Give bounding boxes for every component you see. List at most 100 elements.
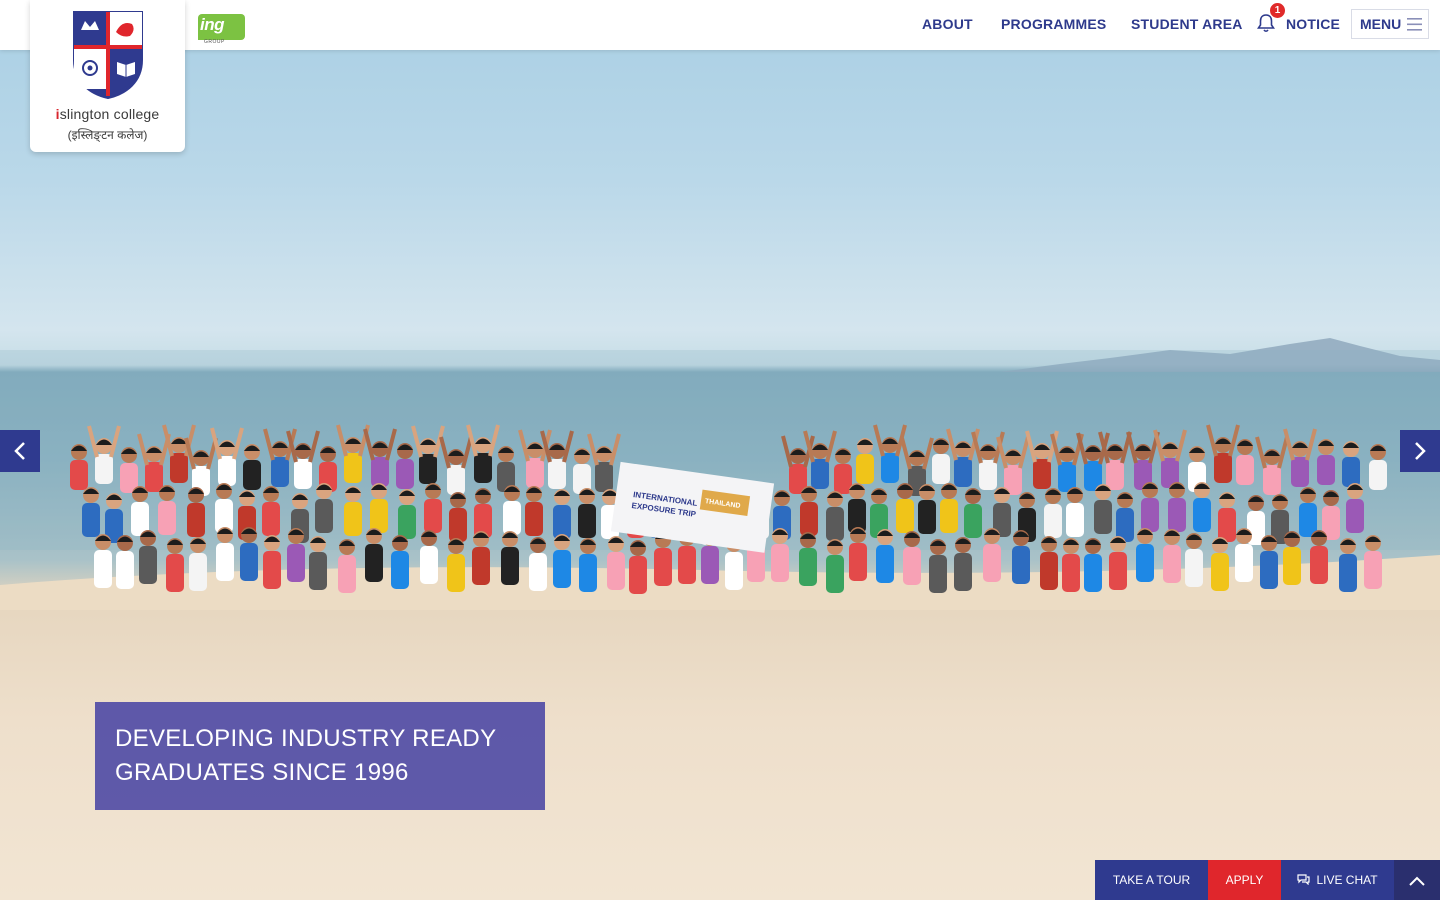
crowd-person: [553, 489, 571, 539]
nav-about[interactable]: ABOUT: [922, 16, 973, 32]
crowd-person: [70, 444, 88, 490]
crowd-person: [1062, 538, 1080, 592]
slider-next-button[interactable]: [1400, 430, 1440, 472]
crest-icon: [73, 11, 143, 100]
chevron-up-icon: [1409, 876, 1425, 886]
crowd-person: [940, 483, 958, 533]
crowd-person: [338, 539, 356, 593]
crowd-person: [1235, 528, 1253, 582]
nav-student-area[interactable]: STUDENT AREA: [1131, 16, 1243, 32]
crowd-person: [896, 483, 914, 533]
crowd-person: [287, 528, 305, 582]
crowd-person: [1236, 439, 1254, 485]
crowd-person: [1369, 444, 1387, 490]
live-chat-button[interactable]: LIVE CHAT: [1281, 860, 1394, 900]
hero-caption-line-1: DEVELOPING INDUSTRY READY: [115, 725, 497, 752]
crowd-person: [903, 531, 921, 585]
crowd-person: [607, 536, 625, 590]
crowd-person: [503, 485, 521, 535]
crowd-person: [918, 484, 936, 534]
crowd-person: [120, 447, 138, 493]
crowd-person: [1163, 529, 1181, 583]
crowd-person: [189, 537, 207, 591]
crowd-person: [344, 486, 362, 536]
crowd-person: [654, 532, 672, 586]
crowd-person: [116, 535, 134, 589]
crowd-person: [94, 534, 112, 588]
crowd-person: [216, 527, 234, 581]
crowd-person: [501, 531, 519, 585]
crowd-person: [553, 534, 571, 588]
take-a-tour-button[interactable]: TAKE A TOUR: [1095, 860, 1208, 900]
slider-prev-button[interactable]: [0, 430, 40, 472]
crowd-person: [848, 483, 866, 533]
hero-caption: DEVELOPING INDUSTRY READY GRADUATES SINC…: [95, 702, 545, 810]
site-header: ing GROUP ABOUT PROGRAMMES STUDENT AREA …: [0, 0, 1440, 50]
college-name-nepali: (इस्लिङ्टन कलेज): [67, 128, 148, 142]
chat-bubble-icon: [1297, 874, 1311, 886]
crowd-person: [1346, 483, 1364, 533]
crowd-person: [1185, 533, 1203, 587]
college-logo[interactable]: islington college (इस्लिङ्टन कलेज): [30, 0, 185, 152]
crowd-person: [396, 443, 414, 489]
crowd-person: [315, 483, 333, 533]
crowd-person: [1299, 487, 1317, 537]
crowd-person: [158, 485, 176, 535]
crowd-person: [529, 537, 547, 591]
crowd-person: [1012, 530, 1030, 584]
group-photo-crowd: INTERNATIONAL EXPOSURE TRIP THAILAND: [0, 350, 1440, 610]
crowd-person: [771, 528, 789, 582]
crowd-person: [105, 493, 123, 543]
nav-programmes[interactable]: PROGRAMMES: [1001, 16, 1106, 32]
crowd-person: [1339, 538, 1357, 592]
crowd-person: [1310, 530, 1328, 584]
crowd-person: [166, 538, 184, 592]
menu-button[interactable]: MENU: [1351, 9, 1429, 39]
back-to-top-button[interactable]: [1394, 860, 1440, 900]
crowd-person: [398, 489, 416, 539]
crowd-person: [834, 448, 852, 494]
crowd-person: [262, 486, 280, 536]
crowd-person: [263, 535, 281, 589]
chevron-right-icon: [1415, 442, 1426, 460]
live-chat-label: LIVE CHAT: [1316, 873, 1378, 887]
crowd-person: [826, 491, 844, 541]
crowd-person: [849, 527, 867, 581]
crowd-person: [1218, 492, 1236, 542]
crowd-person: [579, 538, 597, 592]
crowd-person: [1084, 538, 1102, 592]
crowd-person: [1141, 482, 1159, 532]
crowd-person: [1066, 487, 1084, 537]
crowd-person: [449, 492, 467, 542]
crowd-person: [954, 537, 972, 591]
crowd-person: [447, 538, 465, 592]
crowd-person: [1044, 488, 1062, 538]
crowd-person: [365, 528, 383, 582]
college-name: islington college: [30, 106, 185, 122]
crowd-person: [1211, 537, 1229, 591]
crowd-person: [856, 438, 874, 484]
crowd-person: [309, 536, 327, 590]
crowd-person: [929, 539, 947, 593]
nav-notice[interactable]: NOTICE: [1286, 16, 1340, 32]
crowd-person: [964, 488, 982, 538]
crowd-person: [370, 483, 388, 533]
crowd-person: [1136, 528, 1154, 582]
crowd-person: [187, 487, 205, 537]
crowd-person: [983, 528, 1001, 582]
crowd-person: [131, 486, 149, 536]
crowd-person: [82, 487, 100, 537]
crowd-person: [1193, 482, 1211, 532]
crowd-person: [474, 488, 492, 538]
ing-group-label: GROUP: [204, 39, 225, 45]
crowd-person: [629, 540, 647, 594]
crowd-person: [826, 539, 844, 593]
crowd-person: [1317, 439, 1335, 485]
crowd-person: [932, 438, 950, 484]
apply-button[interactable]: APPLY: [1208, 860, 1281, 900]
crowd-person: [578, 488, 596, 538]
crowd-person: [1260, 535, 1278, 589]
menu-label: MENU: [1360, 16, 1402, 32]
ing-group-logo[interactable]: ing: [198, 14, 245, 40]
hero-caption-line-2: GRADUATES SINCE 1996: [115, 759, 409, 786]
